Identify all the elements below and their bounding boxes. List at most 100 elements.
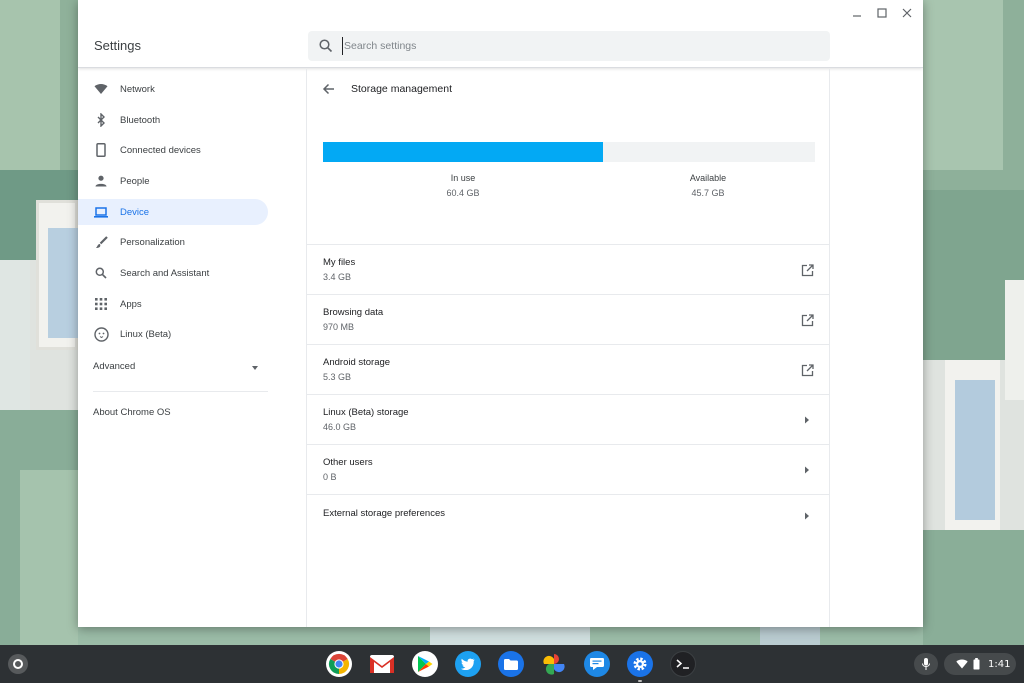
row-value: 0 B (323, 472, 337, 482)
wifi-icon (93, 81, 109, 97)
row-name: Other users (323, 457, 373, 468)
storage-row-my-files[interactable]: My files 3.4 GB (307, 245, 830, 295)
sidebar-item-label: Connected devices (120, 144, 201, 156)
chevron-right-icon (800, 413, 814, 427)
open-external-icon[interactable] (800, 263, 814, 277)
photos-app[interactable] (541, 651, 567, 677)
in-use-value: 60.4 GB (446, 188, 480, 198)
storage-row-linux-beta-storage[interactable]: Linux (Beta) storage 46.0 GB (307, 395, 830, 445)
storage-row-external-storage-preferences[interactable]: External storage preferences (307, 495, 830, 545)
row-name: Linux (Beta) storage (323, 407, 409, 418)
sidebar-item-network[interactable]: Network (78, 76, 268, 102)
search-input[interactable] (342, 37, 812, 55)
sidebar-item-linux-beta[interactable]: Linux (Beta) (78, 321, 268, 347)
shelf: 1:41 (0, 645, 1024, 683)
sidebar-item-label: Linux (Beta) (120, 328, 172, 340)
available-stat: Available 45.7 GB (648, 171, 768, 201)
back-button[interactable] (321, 81, 337, 97)
advanced-toggle[interactable]: Advanced (93, 361, 258, 379)
sidebar-item-label: Network (120, 83, 155, 95)
available-label: Available (689, 173, 727, 183)
in-use-stat: In use 60.4 GB (403, 171, 523, 201)
penguin-icon (93, 326, 109, 342)
launcher-icon (13, 659, 23, 669)
maximize-button[interactable] (869, 4, 894, 22)
settings-sidebar: Network Bluetooth Connected devices Peop… (78, 69, 307, 627)
row-name: Browsing data (323, 307, 384, 318)
search-icon (319, 39, 333, 53)
gmail-icon (370, 655, 394, 673)
sidebar-item-apps[interactable]: Apps (78, 291, 268, 317)
storage-row-browsing-data[interactable]: Browsing data 970 MB (307, 295, 830, 345)
chrome-icon (328, 653, 350, 675)
about-chrome-os-link[interactable]: About Chrome OS (93, 407, 171, 418)
sidebar-item-label: People (120, 175, 150, 187)
caret-down-icon (252, 366, 258, 370)
sidebar-item-search-and-assistant[interactable]: Search and Assistant (78, 260, 268, 286)
sidebar-item-label: Apps (120, 298, 142, 310)
terminal-icon (676, 659, 689, 669)
running-indicator (638, 680, 642, 682)
sidebar-item-personalization[interactable]: Personalization (78, 229, 268, 255)
gmail-app[interactable] (369, 651, 395, 677)
sidebar-item-people[interactable]: People (78, 168, 268, 194)
twitter-icon (461, 658, 475, 670)
storage-usage-bar-fill (323, 142, 604, 162)
available-value: 45.7 GB (691, 188, 725, 198)
chevron-right-icon (800, 509, 814, 523)
play-store-app[interactable] (412, 651, 438, 677)
storage-row-android-storage[interactable]: Android storage 5.3 GB (307, 345, 830, 395)
sidebar-item-label: Device (120, 206, 150, 218)
open-external-icon[interactable] (800, 363, 814, 377)
person-icon (93, 173, 109, 189)
apps-grid-icon (93, 296, 109, 312)
settings-icon (633, 657, 647, 671)
row-value: 970 MB (323, 322, 355, 332)
sidebar-item-label: Search and Assistant (120, 267, 210, 279)
settings-window: Settings Network Bluetooth (78, 0, 923, 627)
arrow-back-icon (322, 83, 334, 95)
row-name: My files (323, 257, 356, 268)
close-icon (902, 8, 911, 18)
launcher-button[interactable] (8, 654, 28, 674)
terminal-app[interactable] (670, 651, 696, 677)
minimize-button[interactable] (844, 4, 869, 22)
play-store-icon (418, 656, 433, 672)
row-value: 3.4 GB (323, 272, 352, 282)
sidebar-divider (93, 391, 268, 392)
page-title: Storage management (351, 83, 452, 95)
chevron-right-icon (800, 463, 814, 477)
row-name: Android storage (323, 357, 391, 368)
bluetooth-icon (93, 112, 109, 128)
files-icon (504, 658, 518, 670)
laptop-icon (93, 204, 109, 220)
storage-row-other-users[interactable]: Other users 0 B (307, 445, 830, 495)
search-icon (93, 265, 109, 281)
sidebar-item-label: Personalization (120, 236, 185, 248)
sidebar-item-device[interactable]: Device (78, 199, 268, 225)
in-use-label: In use (450, 173, 476, 183)
window-controls (844, 4, 919, 22)
files-app[interactable] (498, 651, 524, 677)
sidebar-item-connected-devices[interactable]: Connected devices (78, 137, 268, 163)
messages-app[interactable] (584, 651, 610, 677)
close-button[interactable] (894, 4, 919, 22)
advanced-label: Advanced (93, 361, 136, 372)
minimize-icon (852, 15, 861, 17)
row-value: 46.0 GB (323, 422, 357, 432)
storage-usage-bar (323, 142, 815, 162)
status-tray[interactable]: 1:41 (944, 653, 1016, 675)
photos-icon (543, 654, 565, 675)
search-box[interactable] (308, 31, 830, 61)
settings-app[interactable] (627, 651, 653, 677)
sidebar-item-bluetooth[interactable]: Bluetooth (78, 107, 268, 133)
row-value: 5.3 GB (323, 372, 352, 382)
sidebar-item-label: Bluetooth (120, 114, 161, 126)
open-external-icon[interactable] (800, 313, 814, 327)
messages-icon (590, 658, 604, 670)
chrome-app[interactable] (326, 651, 352, 677)
app-title: Settings (94, 38, 141, 53)
twitter-app[interactable] (455, 651, 481, 677)
assistant-mic-button[interactable] (914, 653, 938, 675)
clock: 1:41 (988, 658, 1011, 670)
